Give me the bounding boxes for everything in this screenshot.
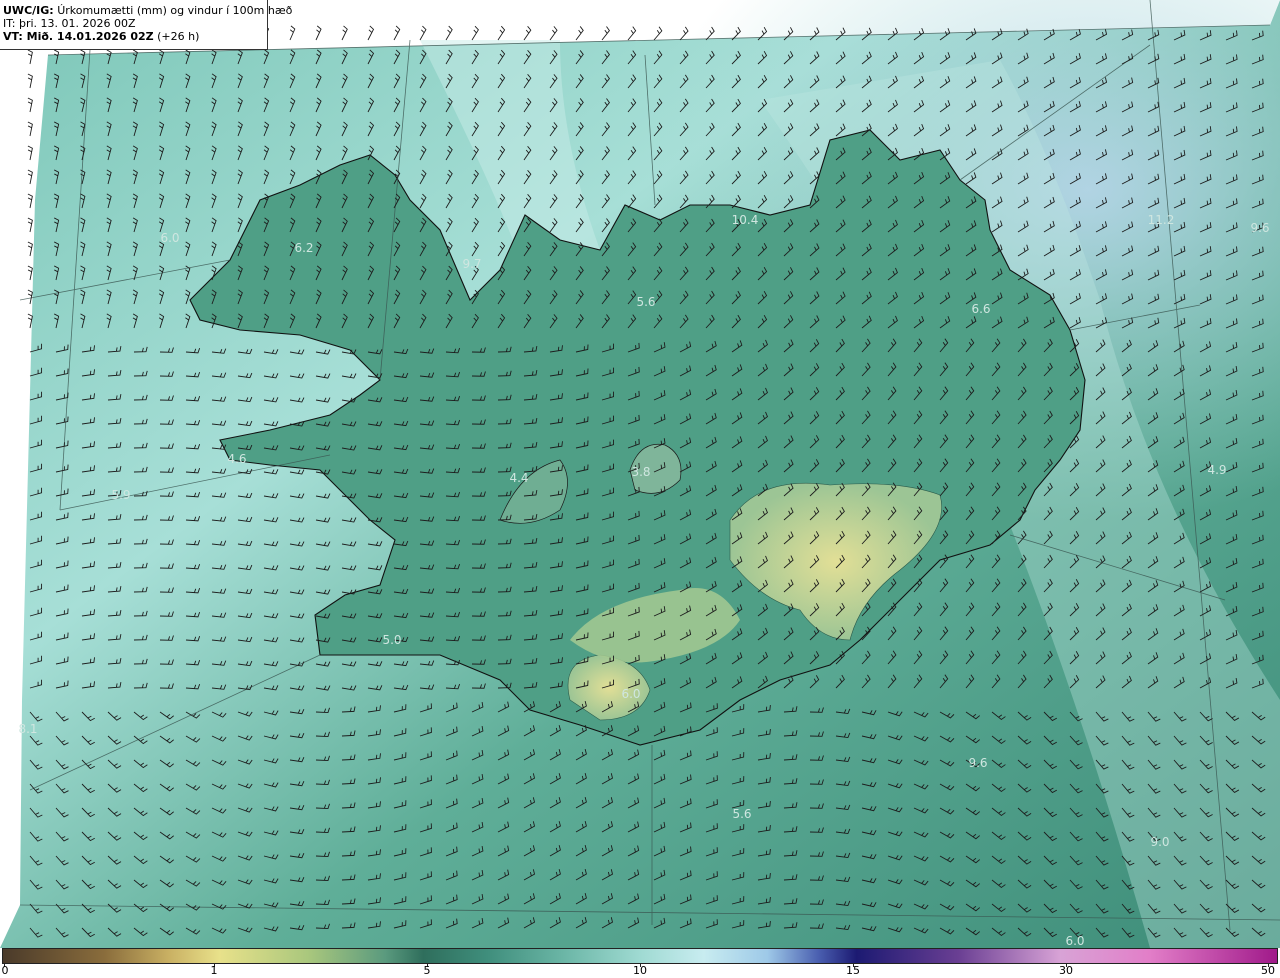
header-box: UWC/IG: Úrkomumætti (mm) og vindur í 100… [0, 0, 292, 50]
map-value-label: 5.6 [636, 295, 656, 309]
map-value-label: 4.6 [227, 452, 247, 466]
map-value-label: 6.6 [971, 302, 991, 316]
colorbar-tick-label: 30 [1059, 964, 1073, 977]
colorbar-tick-label: 10 [633, 964, 647, 977]
map-value-label: 6.0 [621, 687, 641, 701]
map-value-label: 5.6 [732, 807, 752, 821]
map-title: Úrkomumætti (mm) og vindur í 100m hæð [57, 4, 293, 17]
map-value-label: 4.4 [509, 471, 529, 485]
map-value-label: 6.0 [1065, 934, 1085, 948]
issue-time: IT: þri. 13. 01. 2026 00Z [3, 17, 136, 30]
valid-offset: (+26 h) [157, 30, 200, 43]
colorbar-tick-label: 15 [846, 964, 860, 977]
map-panel: 6.2 9.7 5.6 6.6 11.2 10.4 6.0 9.6 4.6 5.9 4.4 3.8 4.… [0, 0, 1280, 948]
valid-time: VT: Mið. 14.01.2026 02Z [3, 30, 154, 43]
map-value-label: 8.1 [18, 722, 38, 736]
map-value-label: 5.0 [382, 633, 402, 647]
colorbar: 0 1 5 10 15 30 50 [0, 948, 1280, 978]
colorbar-tick-label: 1 [210, 964, 218, 977]
map-value-label: 4.9 [1207, 463, 1227, 477]
map-value-label: 5.9 [111, 488, 131, 502]
map-value-label: 11.2 [1147, 213, 1175, 227]
colorbar-tick-label: 5 [423, 964, 431, 977]
map-value-label: 3.8 [631, 465, 651, 479]
map-value-label: 9.7 [462, 257, 482, 271]
map-value-label: 9.6 [1250, 221, 1270, 235]
model-name: UWC/IG: [3, 4, 54, 17]
colorbar-strip [2, 948, 1278, 964]
map-value-label: 6.2 [294, 241, 314, 255]
map-value-label: 9.6 [968, 756, 988, 770]
map-value-label: 6.0 [160, 231, 180, 245]
map-value-label: 9.0 [1150, 835, 1170, 849]
colorbar-tick-label: 50 [1261, 964, 1275, 977]
colorbar-tick-label: 0 [1, 964, 9, 977]
map-value-label: 10.4 [731, 213, 759, 227]
